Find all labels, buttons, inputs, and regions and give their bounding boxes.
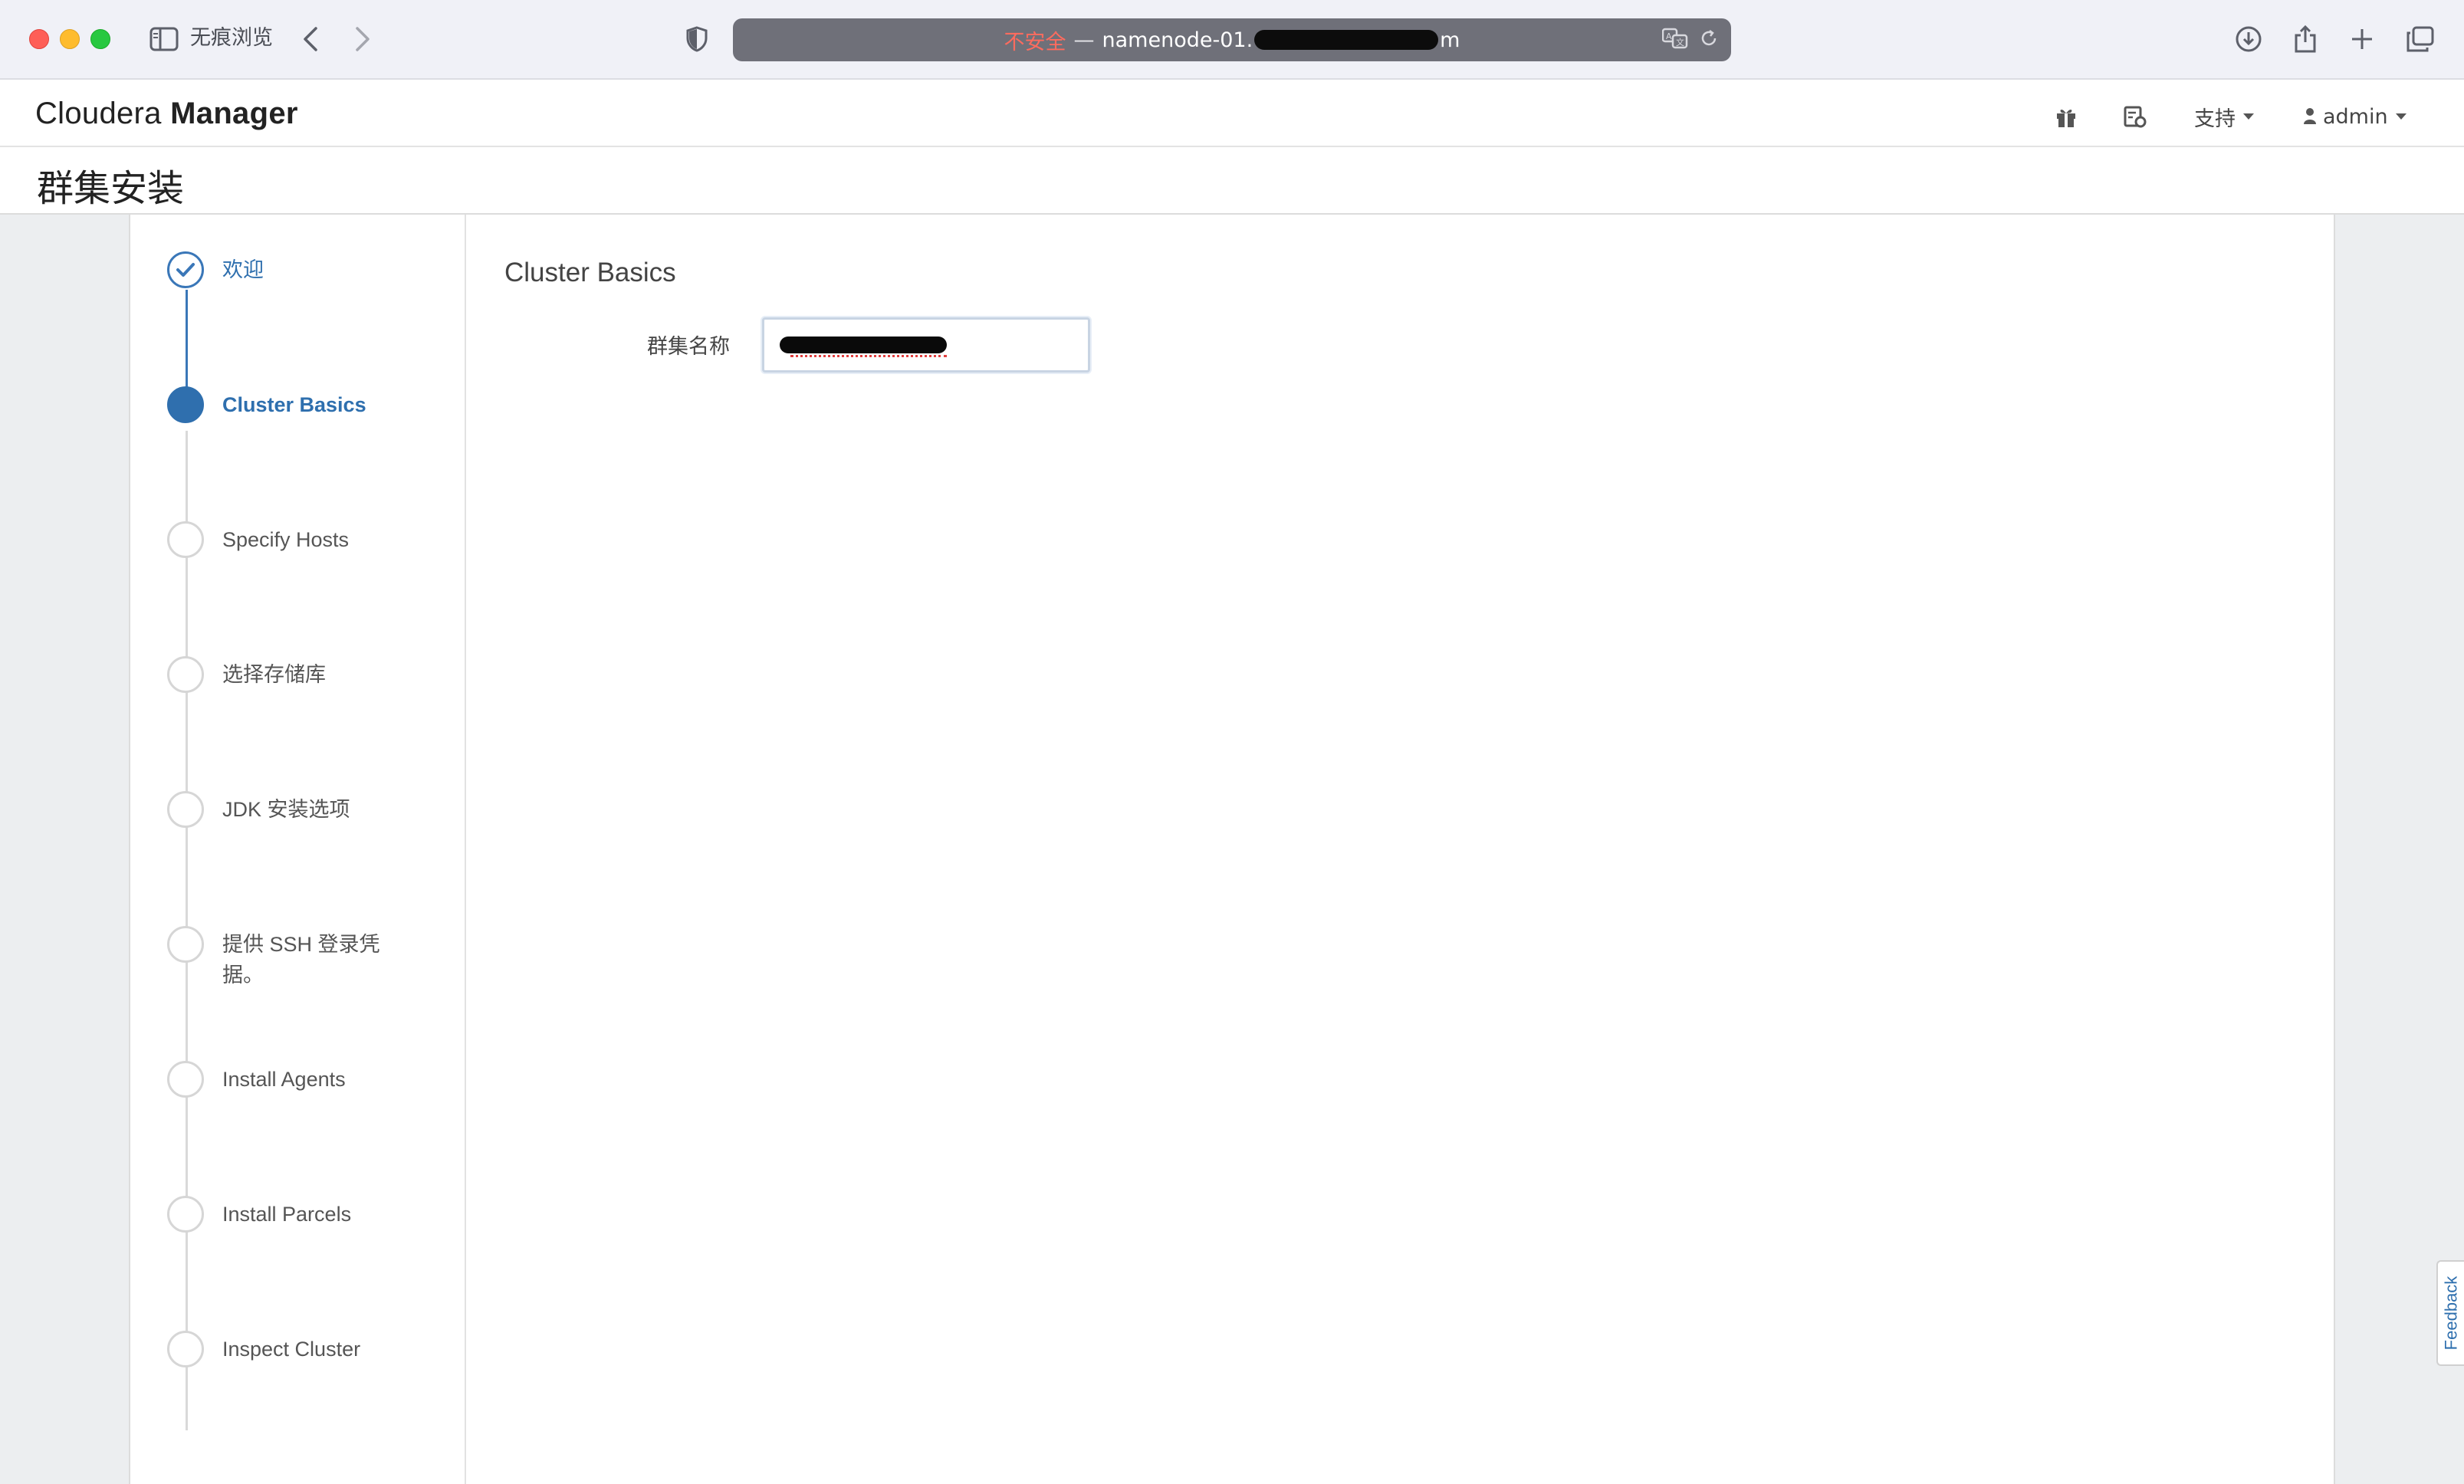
pending-step-marker	[167, 521, 204, 558]
step-label: Install Agents	[222, 1068, 346, 1091]
cluster-name-input[interactable]	[762, 317, 1090, 373]
content-area: 欢迎 Cluster Basics Specify Hosts 选择存储库 JD…	[0, 215, 2464, 1484]
chevron-down-icon	[2395, 113, 2407, 120]
new-tab-icon[interactable]	[2341, 20, 2383, 58]
wizard-steps: 欢迎 Cluster Basics Specify Hosts 选择存储库 JD…	[130, 215, 466, 1484]
gift-icon[interactable]	[2055, 101, 2078, 132]
step-label: JDK 安装选项	[222, 798, 350, 821]
page-title: 群集安装	[37, 167, 185, 210]
privacy-shield-icon[interactable]	[678, 20, 716, 58]
browser-toolbar: 无痕浏览 不安全 — namenode-01. m A文	[0, 0, 2464, 80]
step-label: Cluster Basics	[222, 393, 366, 416]
step-inspect-cluster: Inspect Cluster	[167, 1331, 458, 1367]
step-ssh-credentials: 提供 SSH 登录凭据。	[167, 926, 458, 990]
window-zoom-button[interactable]	[90, 29, 110, 49]
running-commands-icon[interactable]	[2122, 101, 2147, 132]
step-label: 欢迎	[222, 258, 264, 281]
step-jdk-options: JDK 安装选项	[167, 791, 458, 828]
pending-step-marker	[167, 791, 204, 828]
section-title: Cluster Basics	[504, 258, 676, 287]
reload-icon[interactable]	[1699, 28, 1719, 54]
step-label: 选择存储库	[222, 663, 326, 686]
user-menu[interactable]: admin	[2303, 101, 2407, 132]
step-welcome[interactable]: 欢迎	[167, 251, 458, 288]
url-text-start: namenode-01.	[1102, 28, 1253, 52]
private-browsing-label: 无痕浏览	[190, 26, 273, 50]
pending-step-marker	[167, 656, 204, 693]
translate-icon[interactable]: A文	[1661, 28, 1688, 54]
step-connector	[186, 290, 188, 394]
app-header: Cloudera Manager 支持 admin	[0, 80, 2464, 147]
window-minimize-button[interactable]	[60, 29, 80, 49]
pending-step-marker	[167, 1196, 204, 1233]
step-specify-hosts: Specify Hosts	[167, 521, 458, 558]
pending-step-marker	[167, 1061, 204, 1098]
url-text-end: m	[1440, 28, 1460, 52]
address-bar[interactable]: 不安全 — namenode-01. m A文	[733, 18, 1731, 61]
wizard-panel: 欢迎 Cluster Basics Specify Hosts 选择存储库 JD…	[129, 215, 2335, 1484]
step-label: Install Parcels	[222, 1203, 352, 1226]
forward-icon[interactable]	[343, 20, 382, 58]
pending-step-marker	[167, 926, 204, 963]
step-install-agents: Install Agents	[167, 1061, 458, 1098]
tab-overview-icon[interactable]	[2400, 20, 2441, 58]
step-cluster-basics[interactable]: Cluster Basics	[167, 386, 458, 423]
step-label: Specify Hosts	[222, 528, 350, 551]
support-menu[interactable]: 支持	[2194, 101, 2254, 132]
share-icon[interactable]	[2285, 20, 2326, 58]
back-icon[interactable]	[291, 20, 330, 58]
chevron-down-icon	[2243, 113, 2254, 120]
spellcheck-underline	[790, 355, 947, 357]
redacted-value-mark	[780, 337, 947, 353]
step-label: Inspect Cluster	[222, 1338, 361, 1361]
redacted-url-mark	[1254, 30, 1439, 50]
not-secure-label: 不安全	[1004, 30, 1066, 54]
current-step-marker	[167, 386, 204, 423]
cloudera-manager-logo[interactable]: Cloudera Manager	[35, 97, 298, 131]
user-icon	[2304, 108, 2316, 124]
pending-step-marker	[167, 1331, 204, 1367]
svg-text:文: 文	[1676, 37, 1684, 48]
page-title-bar: 群集安装	[0, 147, 2464, 215]
cluster-name-label: 群集名称	[647, 335, 730, 359]
step-select-repository: 选择存储库	[167, 656, 458, 693]
wizard-main: Cluster Basics 群集名称	[466, 215, 2334, 1484]
downloads-icon[interactable]	[2228, 20, 2269, 58]
step-install-parcels: Install Parcels	[167, 1196, 458, 1233]
check-icon	[167, 251, 204, 288]
svg-text:A: A	[1666, 31, 1672, 41]
window-close-button[interactable]	[29, 29, 49, 49]
step-label: 提供 SSH 登录凭据。	[222, 933, 380, 987]
sidebar-toggle-icon[interactable]	[147, 20, 181, 58]
feedback-tab[interactable]: Feedback	[2436, 1260, 2464, 1366]
